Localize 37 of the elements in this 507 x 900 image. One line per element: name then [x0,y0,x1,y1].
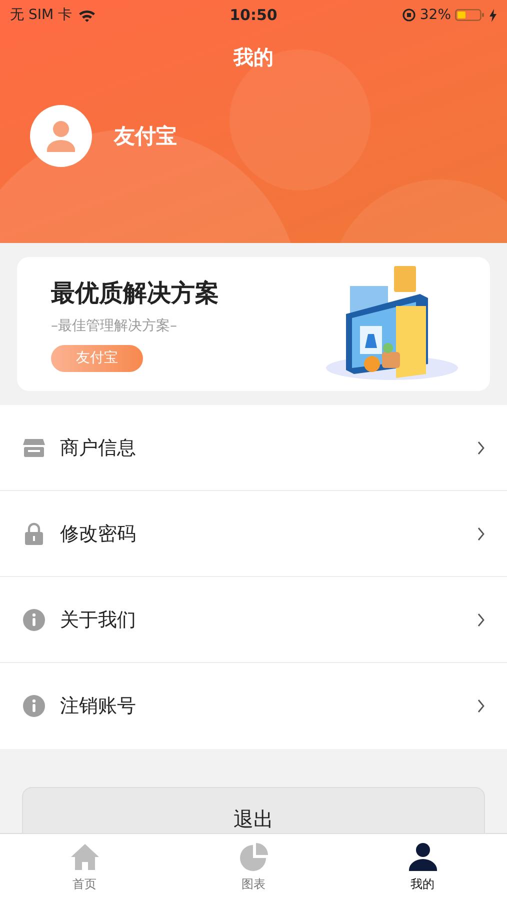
menu-item[interactable]: 注销账号 [0,663,507,749]
person-icon [408,842,438,872]
tab[interactable]: 首页 [0,834,169,900]
status-time: 10:50 [230,6,278,24]
logout-button[interactable]: 退出 [22,787,485,833]
pie-chart-icon [238,842,268,872]
banner-subtitle: –最佳管理解决方案– [51,316,178,334]
chevron-icon [477,699,485,713]
menu-item[interactable]: 修改密码 [0,491,507,577]
tab-label: 我的 [410,876,434,893]
menu-label: 修改密码 [60,522,137,546]
info-icon [22,608,46,632]
chevron-icon [477,612,485,626]
avatar-icon[interactable] [30,105,92,167]
menu-label: 商户信息 [60,436,137,460]
carrier-label: 无 SIM 卡 [10,6,72,24]
home-icon [70,842,100,872]
battery-percent: 32% [420,7,451,23]
chevron-icon [477,526,485,540]
tab-label: 首页 [72,876,96,893]
lock-icon [22,522,46,546]
tab-label: 图表 [242,876,266,893]
wifi-icon [78,8,96,22]
charging-icon [489,8,497,22]
rotation-lock-icon [402,8,416,22]
page-title: 我的 [232,44,274,71]
menu-item[interactable]: 商户信息 [0,405,507,491]
menu-label: 关于我们 [60,608,137,632]
tab[interactable]: 图表 [169,834,338,900]
menu-item[interactable]: 关于我们 [0,577,507,663]
chevron-icon [477,440,485,454]
menu-label: 注销账号 [60,694,137,719]
info-icon [22,694,46,718]
banner-title: 最优质解决方案 [51,278,219,308]
battery-icon [455,8,485,22]
user-name: 友付宝 [114,123,177,150]
tab[interactable]: 我的 [338,834,507,900]
